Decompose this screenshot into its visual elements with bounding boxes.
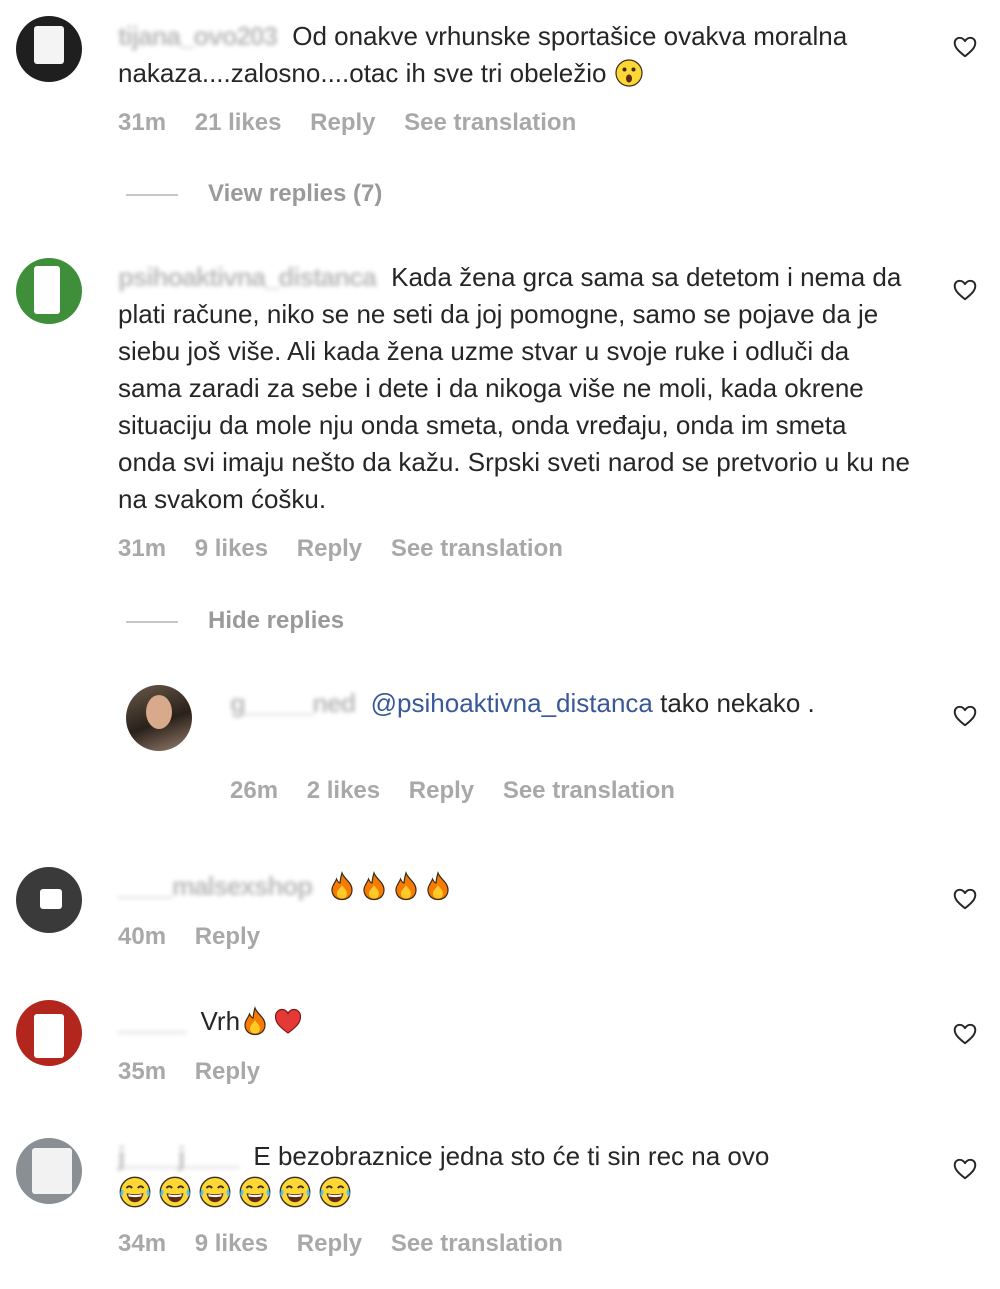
reply-button[interactable]: Reply — [297, 535, 362, 562]
reply-button[interactable]: Reply — [310, 109, 375, 136]
comment-username[interactable]: g_____ned — [230, 685, 356, 722]
comment-time: 26m — [230, 777, 279, 804]
fire-icon — [359, 871, 389, 901]
comment-text: psihoaktivna_distanca Kada žena grca sam… — [118, 259, 910, 518]
likes-count[interactable]: 9 likes — [195, 535, 268, 562]
avatar[interactable] — [16, 258, 82, 324]
likes-count[interactable]: 21 likes — [195, 109, 282, 136]
tears-of-joy-icon — [278, 1175, 312, 1209]
like-heart-icon[interactable] — [952, 886, 978, 912]
fire-icon — [423, 871, 453, 901]
see-translation-button[interactable]: See translation — [404, 109, 576, 136]
comment-text: _____ Vrh — [118, 1003, 910, 1040]
see-translation-button[interactable]: See translation — [391, 535, 563, 562]
reply-button[interactable]: Reply — [195, 923, 260, 950]
comment-time: 31m — [118, 535, 167, 562]
like-heart-icon[interactable] — [952, 703, 978, 729]
comment-username[interactable]: ____malsexshop — [118, 868, 313, 905]
avatar[interactable] — [126, 685, 192, 751]
comment-body: E bezobraznice jedna sto će ti sin rec n… — [253, 1141, 770, 1171]
comment-meta: 40m Reply — [118, 923, 282, 951]
fire-icon — [327, 871, 357, 901]
likes-count[interactable]: 9 likes — [195, 1230, 268, 1257]
reply-button[interactable]: Reply — [297, 1230, 362, 1257]
avatar[interactable] — [16, 16, 82, 82]
hide-replies-button[interactable]: Hide replies — [208, 607, 344, 635]
comment-meta: 35m Reply — [118, 1058, 282, 1086]
fire-icon — [391, 871, 421, 901]
see-translation-button[interactable]: See translation — [503, 777, 675, 804]
comment-body: tako nekako . — [660, 688, 815, 718]
mention-link[interactable]: @psihoaktivna_distanca — [371, 688, 653, 718]
tears-of-joy-icon — [198, 1175, 232, 1209]
comment-time: 34m — [118, 1230, 167, 1257]
comment-meta: 26m 2 likes Reply See translation — [230, 777, 697, 805]
comment-time: 35m — [118, 1058, 167, 1085]
comment-text: j____j____ E bezobraznice jedna sto će t… — [118, 1138, 910, 1213]
see-translation-button[interactable]: See translation — [391, 1230, 563, 1257]
reply-button[interactable]: Reply — [409, 777, 474, 804]
view-replies-button[interactable]: View replies (7) — [208, 180, 382, 208]
comment-username[interactable]: psihoaktivna_distanca — [118, 259, 377, 296]
comment-time: 40m — [118, 923, 167, 950]
like-heart-icon[interactable] — [952, 34, 978, 60]
like-heart-icon[interactable] — [952, 1021, 978, 1047]
red-heart-icon — [272, 1006, 304, 1036]
comment-username[interactable]: _____ — [118, 1003, 186, 1040]
comment-username[interactable]: tijana_ovo203 — [118, 18, 278, 55]
tears-of-joy-icon — [158, 1175, 192, 1209]
comment-time: 31m — [118, 109, 167, 136]
likes-count[interactable]: 2 likes — [307, 777, 380, 804]
comment-text: g_____ned @psihoaktivna_distanca tako ne… — [230, 685, 910, 722]
comment-username[interactable]: j____j____ — [118, 1138, 239, 1175]
tears-of-joy-icon — [318, 1175, 352, 1209]
comment-meta: 31m 9 likes Reply See translation — [118, 535, 585, 563]
fire-icon — [240, 1006, 270, 1036]
comment-meta: 31m 21 likes Reply See translation — [118, 109, 598, 137]
tears-of-joy-icon — [118, 1175, 152, 1209]
avatar[interactable] — [16, 1138, 82, 1204]
astonished-face-icon — [614, 58, 644, 88]
reply-button[interactable]: Reply — [195, 1058, 260, 1085]
like-heart-icon[interactable] — [952, 1156, 978, 1182]
replies-divider — [126, 194, 178, 196]
comment-body: Kada žena grca sama sa detetom i nema da… — [118, 262, 910, 514]
replies-divider — [126, 621, 178, 623]
comment-meta: 34m 9 likes Reply See translation — [118, 1230, 585, 1258]
avatar[interactable] — [16, 867, 82, 933]
comment-body: Vrh — [200, 1006, 241, 1036]
comment-text: tijana_ovo203 Od onakve vrhunske sportaš… — [118, 18, 910, 92]
like-heart-icon[interactable] — [952, 277, 978, 303]
avatar[interactable] — [16, 1000, 82, 1066]
comment-text: ____malsexshop — [118, 868, 910, 905]
tears-of-joy-icon — [238, 1175, 272, 1209]
